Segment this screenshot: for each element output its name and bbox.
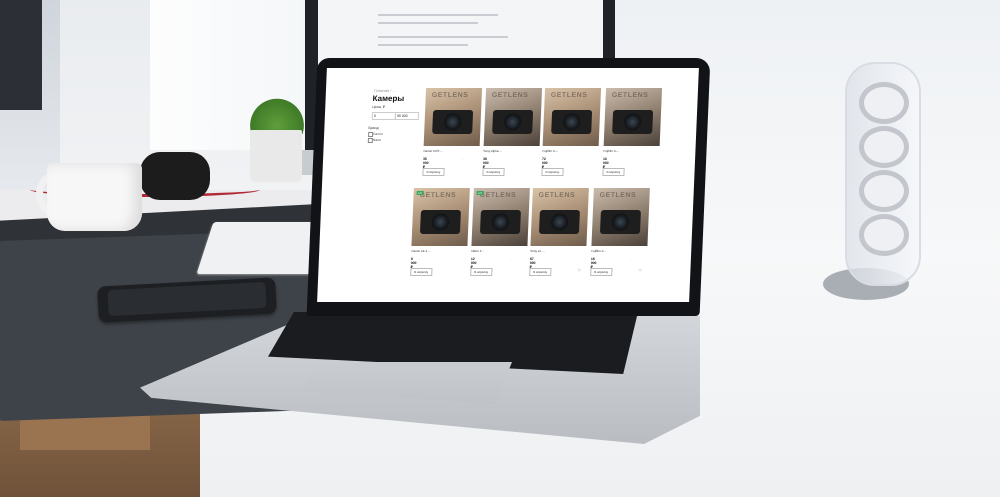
speaker-driver xyxy=(859,126,909,168)
product-image[interactable]: GETLENS xyxy=(530,188,589,246)
plant-leaves xyxy=(248,92,306,134)
speaker-driver xyxy=(859,214,909,256)
headphones xyxy=(140,152,210,200)
product-image[interactable]: GETLENS xyxy=(483,88,543,146)
doc-line xyxy=(378,14,498,16)
product-name[interactable]: Fujifilm X-... xyxy=(603,149,619,153)
doc-line xyxy=(378,22,478,24)
product-name[interactable]: Fujifilm X-... xyxy=(542,149,558,153)
product-image[interactable]: GETLENS xyxy=(542,88,602,146)
add-to-cart-button[interactable]: В корзину xyxy=(529,268,552,276)
add-to-cart-button[interactable]: В корзину xyxy=(482,168,505,176)
favorite-icon[interactable]: ♡ xyxy=(577,268,581,273)
speaker-driver xyxy=(859,82,909,124)
speaker-driver xyxy=(859,170,909,212)
product-image[interactable]: GETLENS Б/У xyxy=(471,188,530,246)
left-monitor xyxy=(0,0,42,110)
product-name[interactable]: Canon EOS ... xyxy=(423,149,443,153)
breadcrumb[interactable]: Главная / ... xyxy=(374,88,396,93)
product-image-logo: GETLENS xyxy=(538,192,576,199)
product-name[interactable]: Sony Alpha ... xyxy=(483,149,502,153)
product-name[interactable]: Nikon F... xyxy=(471,249,484,253)
product-name[interactable]: Sony a7 ... xyxy=(530,249,545,253)
product-name[interactable]: Fujifilm X... xyxy=(591,249,606,253)
price-from-input[interactable]: 0 xyxy=(371,112,397,120)
brand-filter-label: Бренд xyxy=(368,126,379,130)
brand-option-label: Canon xyxy=(373,132,383,136)
page-title: Камеры xyxy=(372,94,405,103)
product-name[interactable]: Canon AE-1 ... xyxy=(411,249,431,253)
product-image[interactable]: GETLENS Б/У xyxy=(411,188,470,246)
add-to-cart-button[interactable]: В корзину xyxy=(470,268,493,276)
product-image-logo: GETLENS xyxy=(431,92,469,99)
used-badge: Б/У xyxy=(416,191,424,195)
product-image-logo: GETLENS xyxy=(479,192,517,199)
product-image[interactable]: GETLENS xyxy=(591,188,650,246)
add-to-cart-button[interactable]: В корзину xyxy=(590,268,613,276)
doc-line xyxy=(378,36,508,38)
plant-pot xyxy=(250,130,302,182)
laptop-screen: Главная / ... Камеры Цена, ₽ 0 99 000 Бр… xyxy=(317,68,699,302)
product-image-logo: GETLENS xyxy=(611,92,649,99)
add-to-cart-button[interactable]: В корзину xyxy=(602,168,625,176)
product-note: ... xyxy=(461,158,464,161)
speaker xyxy=(845,62,921,286)
product-note: ... xyxy=(508,258,512,261)
product-image-logo: GETLENS xyxy=(599,192,637,199)
price-to-input[interactable]: 99 000 xyxy=(394,112,420,120)
coffee-mug xyxy=(47,163,142,231)
favorite-icon[interactable]: ♡ xyxy=(638,268,642,273)
product-image-logo: GETLENS xyxy=(550,92,588,99)
doc-line xyxy=(378,44,468,46)
add-to-cart-button[interactable]: В корзину xyxy=(422,168,445,176)
add-to-cart-button[interactable]: В корзину xyxy=(541,168,564,176)
product-note: ... xyxy=(628,258,632,261)
product-image[interactable]: GETLENS xyxy=(423,88,483,146)
product-image-logo: GETLENS xyxy=(419,192,457,199)
add-to-cart-button[interactable]: В корзину xyxy=(410,268,433,276)
product-image-logo: GETLENS xyxy=(491,92,529,99)
price-filter-label: Цена, ₽ xyxy=(372,105,385,109)
product-image[interactable]: GETLENS xyxy=(603,88,663,146)
used-badge: Б/У xyxy=(476,191,484,195)
brand-option-label: Nikon xyxy=(372,138,382,142)
